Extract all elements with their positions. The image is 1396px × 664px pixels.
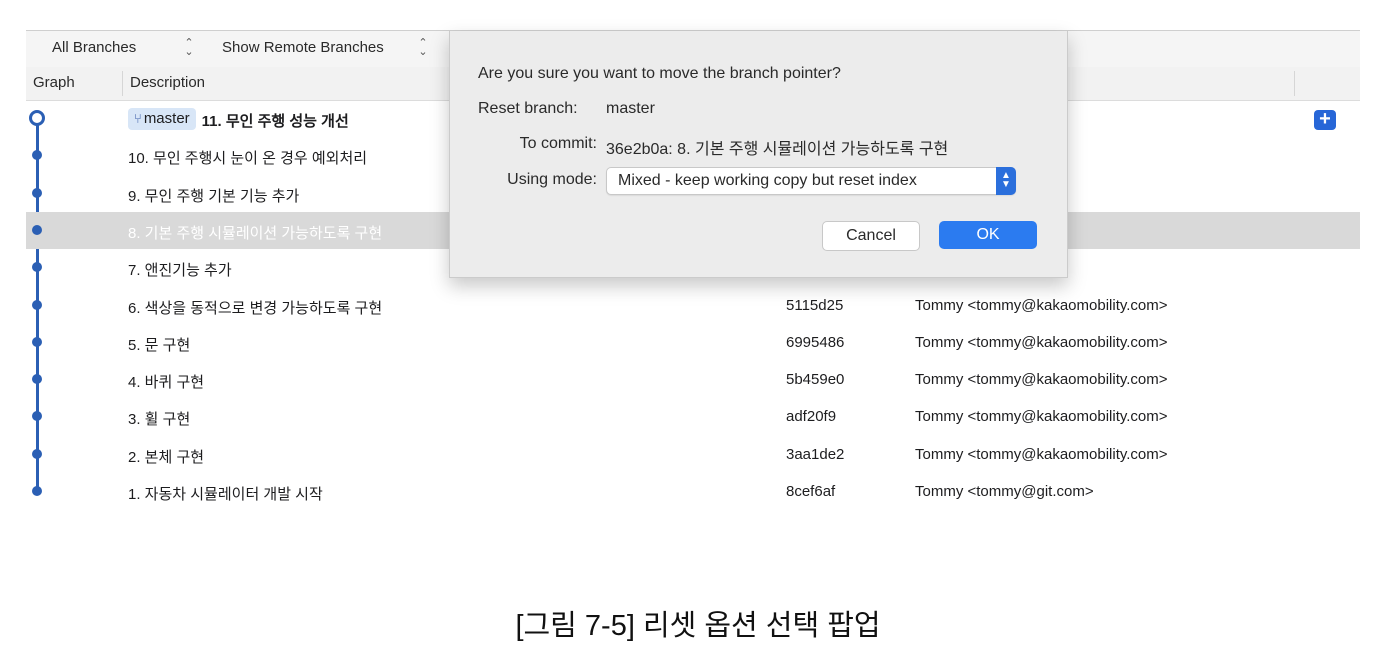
commit-description: 4. 바퀴 구현 (128, 371, 204, 392)
commit-description: 7. 앤진기능 추가 (128, 259, 232, 280)
reset-branch-line: Reset branch: master (450, 100, 1067, 120)
commit-node (32, 337, 42, 347)
chevron-updown-icon: ⌃ ⌄ (418, 37, 428, 58)
ok-button[interactable]: OK (939, 221, 1037, 249)
commit-message: 1. 자동차 시뮬레이터 개발 시작 (128, 486, 323, 503)
mode-label: Using mode: (507, 171, 597, 188)
commit-message: 9. 무인 주행 기본 기능 추가 (128, 188, 300, 205)
commit-row[interactable]: 3. 휠 구현 adf20f9 Tommy <tommy@kakaomobility… (26, 398, 1360, 435)
commit-description: 3. 휠 구현 (128, 408, 190, 429)
dialog-question: Are you sure you want to move the branch… (478, 65, 841, 82)
commit-description: ⑂ master 11. 무인 주행 성능 개선 (128, 108, 349, 133)
chevron-updown-icon: ⌃ ⌄ (184, 37, 194, 58)
reset-branch-value: master (606, 100, 655, 117)
commit-hash: 8cef6af (786, 483, 836, 500)
commit-author: Tommy <tommy@git.com> (915, 483, 1094, 500)
commit-node (32, 411, 42, 421)
commit-description: 9. 무인 주행 기본 기능 추가 (128, 185, 299, 206)
commit-description: 2. 본체 구현 (128, 446, 204, 467)
commit-description: 8. 기본 주행 시뮬레이션 가능하도록 구현 (128, 222, 382, 243)
reset-branch-dialog: Are you sure you want to move the branch… (449, 31, 1068, 278)
commit-author: Tommy <tommy@kakaomobility.com> (915, 334, 1168, 351)
commit-node (32, 188, 42, 198)
commit-node (32, 225, 42, 235)
commit-author: Tommy <tommy@kakaomobility.com> (915, 297, 1168, 314)
commit-description: 5. 문 구현 (128, 334, 190, 355)
commit-row[interactable]: 6. 색상을 동적으로 변경 가능하도록 구현 5115d25 Tommy <tom… (26, 287, 1360, 324)
commit-node (32, 300, 42, 310)
commit-author: Tommy <tommy@kakaomobility.com> (915, 446, 1168, 463)
commit-message: 3. 휠 구현 (128, 411, 191, 428)
all-branches-label: All Branches (52, 39, 137, 56)
commit-row[interactable]: 1. 자동차 시뮬레이터 개발 시작 8cef6af Tommy <tommy@gi… (26, 473, 1360, 510)
head-commit-node (29, 110, 45, 126)
column-graph[interactable]: Graph (33, 74, 75, 91)
commit-author: Tommy <tommy@kakaomobility.com> (915, 408, 1168, 425)
chevron-updown-icon: ▲ ▼ (996, 167, 1016, 195)
commit-description: 6. 색상을 동적으로 변경 가능하도록 구현 (128, 297, 382, 318)
commit-author: Tommy <tommy@kakaomobility.com> (915, 371, 1168, 388)
commit-hash: 3aa1de2 (786, 446, 845, 463)
commit-message: 2. 본체 구현 (128, 449, 205, 466)
all-branches-dropdown[interactable]: All Branches ⌃ ⌄ (52, 38, 194, 58)
commit-message: 7. 앤진기능 추가 (128, 262, 232, 279)
commit-message: 4. 바퀴 구현 (128, 374, 205, 391)
to-commit-line: To commit: 36e2b0a: 8. 기본 주행 시뮬레이션 가능하도록… (450, 135, 1067, 158)
commit-hash: adf20f9 (786, 408, 837, 425)
column-divider[interactable] (1294, 71, 1295, 96)
commit-node (32, 486, 42, 496)
commit-hash: 5b459e0 (786, 371, 845, 388)
commit-hash: 6995486 (786, 334, 845, 351)
to-commit-label: To commit: (519, 135, 597, 152)
branch-tag[interactable]: ⑂ master (128, 108, 196, 130)
commit-message: 8. 기본 주행 시뮬레이션 가능하도록 구현 (128, 225, 383, 242)
mode-select[interactable]: Mixed - keep working copy but reset inde… (606, 167, 1016, 195)
commit-row[interactable]: 4. 바퀴 구현 5b459e0 Tommy <tommy@kakaomobilit… (26, 361, 1360, 398)
mode-line: Using mode: Mixed - keep working copy bu… (450, 167, 1067, 195)
column-divider[interactable] (122, 71, 123, 96)
cancel-button[interactable]: Cancel (822, 221, 920, 251)
figure-caption: [그림 7-5] 리셋 옵션 선택 팝업 (515, 610, 881, 642)
column-description[interactable]: Description (130, 74, 205, 91)
commit-description: 10. 무인 주행시 눈이 온 경우 예외처리 (128, 147, 367, 168)
reset-branch-label: Reset branch: (478, 100, 578, 117)
plus-icon[interactable]: + (1314, 109, 1336, 130)
branch-icon: ⑂ (134, 111, 142, 126)
commit-row[interactable]: 2. 본체 구현 3aa1de2 Tommy <tommy@kakaomobilit… (26, 436, 1360, 473)
commit-node (32, 449, 42, 459)
commit-message: 10. 무인 주행시 눈이 온 경우 예외처리 (128, 150, 368, 167)
commit-row[interactable]: 5. 문 구현 6995486 Tommy <tommy@kakaomobility… (26, 324, 1360, 361)
commit-node (32, 374, 42, 384)
remote-branches-label: Show Remote Branches (222, 39, 384, 56)
commit-message: 6. 색상을 동적으로 변경 가능하도록 구현 (128, 300, 383, 317)
remote-branches-dropdown[interactable]: Show Remote Branches ⌃ ⌄ (222, 38, 428, 58)
commit-description: 1. 자동차 시뮬레이터 개발 시작 (128, 483, 323, 504)
commit-node (32, 150, 42, 160)
commit-node (32, 262, 42, 272)
commit-message: 11. 무인 주행 성능 개선 (201, 113, 349, 130)
commit-message: 5. 문 구현 (128, 337, 191, 354)
branch-tag-label: master (143, 110, 190, 127)
to-commit-value: 36e2b0a: 8. 기본 주행 시뮬레이션 가능하도록 구현 (606, 141, 949, 158)
commit-hash: 5115d25 (786, 297, 844, 314)
mode-select-value: Mixed - keep working copy but reset inde… (618, 172, 917, 189)
